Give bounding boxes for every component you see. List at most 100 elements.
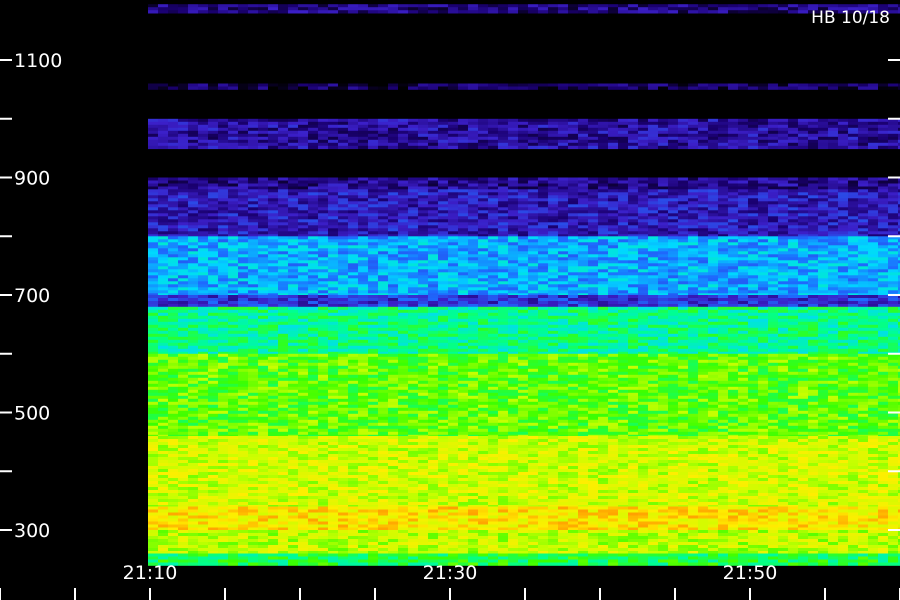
heatmap-cell <box>228 133 238 138</box>
heatmap-cell <box>208 301 218 305</box>
heatmap-cell <box>558 236 568 240</box>
heatmap-cell <box>248 219 258 223</box>
heatmap-cell <box>508 312 518 317</box>
heatmap-cell <box>268 204 278 208</box>
heatmap-cell <box>698 312 708 317</box>
heatmap-cell <box>358 278 368 282</box>
heatmap-cell <box>858 183 868 187</box>
heatmap-cell <box>308 127 318 132</box>
heatmap-cell <box>528 124 538 129</box>
heatmap-cell <box>158 118 168 123</box>
heatmap-cell <box>658 312 668 317</box>
heatmap-cell <box>848 183 858 187</box>
heatmap-cell <box>788 225 798 229</box>
heatmap-cell <box>748 266 758 270</box>
heatmap-cell <box>148 315 158 320</box>
heatmap-cell <box>238 192 248 196</box>
heatmap-cell <box>518 290 528 294</box>
heatmap-cell <box>888 192 898 196</box>
heatmap-cell <box>848 4 858 8</box>
heatmap-cell <box>398 231 408 235</box>
heatmap-cell <box>588 130 598 135</box>
heatmap-cell <box>788 7 798 11</box>
heatmap-cell <box>258 318 268 323</box>
heatmap-cell <box>318 118 328 123</box>
heatmap-cell <box>648 248 658 252</box>
heatmap-cell <box>158 10 168 14</box>
heatmap-cell <box>708 242 718 246</box>
heatmap-cell <box>298 225 308 229</box>
heatmap-cell <box>628 309 638 314</box>
heatmap-cell <box>498 254 508 258</box>
heatmap-cell <box>188 321 198 326</box>
heatmap-cell <box>248 239 258 243</box>
heatmap-cell <box>598 133 608 138</box>
heatmap-cell <box>218 210 228 214</box>
heatmap-cell <box>248 281 258 285</box>
heatmap-cell <box>298 228 308 232</box>
heatmap-cell <box>768 198 778 202</box>
heatmap-cell <box>198 260 208 264</box>
heatmap-cell <box>708 219 718 223</box>
heatmap-cell <box>888 257 898 261</box>
heatmap-cell <box>668 290 678 294</box>
heatmap-cell <box>828 213 838 217</box>
heatmap-cell <box>548 281 558 285</box>
heatmap-cell <box>558 278 568 282</box>
heatmap-cell <box>648 315 658 320</box>
heatmap-cell <box>628 263 638 267</box>
heatmap-cell <box>838 269 848 273</box>
heatmap-cell <box>258 245 268 249</box>
heatmap-cell <box>608 269 618 273</box>
heatmap-cell <box>428 269 438 273</box>
heatmap-cell <box>728 225 738 229</box>
heatmap-cell <box>888 136 898 141</box>
heatmap-cell <box>428 121 438 126</box>
heatmap-cell <box>758 183 768 187</box>
heatmap-cell <box>828 272 838 276</box>
heatmap-cell <box>738 189 748 193</box>
heatmap-cell <box>628 10 638 14</box>
heatmap-cell <box>198 309 208 314</box>
heatmap-cell <box>768 177 778 181</box>
heatmap-cell <box>578 130 588 135</box>
heatmap-cell <box>238 4 248 8</box>
heatmap-cell <box>658 222 668 226</box>
heatmap-cell <box>318 231 328 235</box>
heatmap-cell <box>288 121 298 126</box>
heatmap-cell <box>738 301 748 305</box>
heatmap-cell <box>268 228 278 232</box>
heatmap-cell <box>348 266 358 270</box>
heatmap-cell <box>198 4 208 8</box>
heatmap-cell <box>538 260 548 264</box>
heatmap-cell <box>278 124 288 129</box>
heatmap-cell <box>768 210 778 214</box>
heatmap-cell <box>368 145 378 150</box>
heatmap-cell <box>348 145 358 150</box>
heatmap-cell <box>748 213 758 217</box>
heatmap-cell <box>488 312 498 317</box>
heatmap-cell <box>778 219 788 223</box>
heatmap-cell <box>588 260 598 264</box>
heatmap-cell <box>658 127 668 132</box>
heatmap-cell <box>728 83 738 87</box>
heatmap-cell <box>288 189 298 193</box>
heatmap-cell <box>708 7 718 11</box>
heatmap-cell <box>148 278 158 282</box>
heatmap-cell <box>228 207 238 211</box>
heatmap-cell <box>238 118 248 123</box>
heatmap-cell <box>358 225 368 229</box>
heatmap-cell <box>508 213 518 217</box>
heatmap-cell <box>568 301 578 305</box>
heatmap-cell <box>768 4 778 8</box>
heatmap-cell <box>168 298 178 302</box>
heatmap-cell <box>848 301 858 305</box>
heatmap-cell <box>828 251 838 255</box>
heatmap-cell <box>628 207 638 211</box>
heatmap-cell <box>628 295 638 299</box>
heatmap-cell <box>808 180 818 184</box>
heatmap-cell <box>598 130 608 135</box>
heatmap-cell <box>648 124 658 129</box>
heatmap-cell <box>638 254 648 258</box>
heatmap-cell <box>188 272 198 276</box>
